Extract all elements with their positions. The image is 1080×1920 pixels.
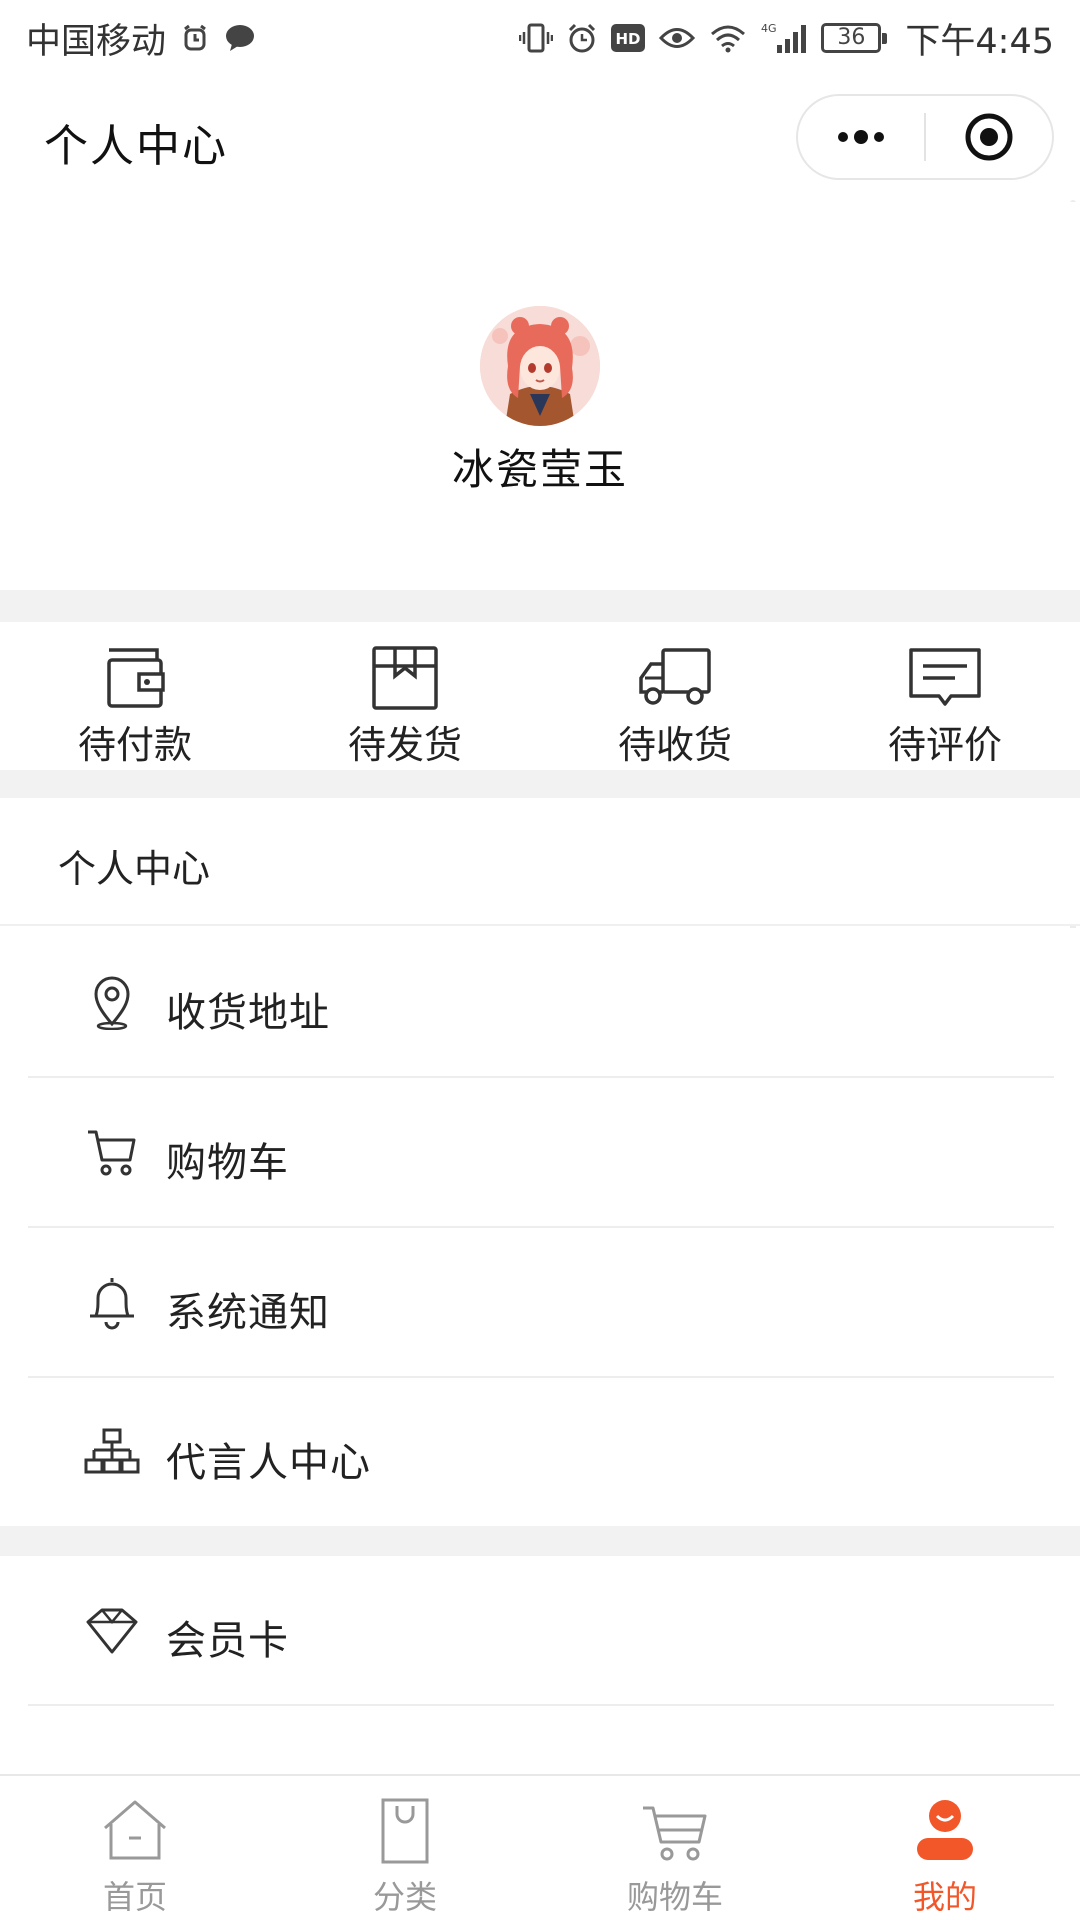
close-mini-program-button[interactable] xyxy=(926,96,1052,178)
vibrate-icon xyxy=(519,22,554,54)
tab-label: 购物车 xyxy=(626,1878,723,1916)
cart-icon xyxy=(643,1806,707,1861)
home-icon xyxy=(104,1800,166,1860)
order-pending-review-label: 待评价 xyxy=(887,723,1002,767)
more-button[interactable] xyxy=(798,96,924,178)
tab-label: 首页 xyxy=(102,1878,167,1916)
order-pending-receipt-label: 待收货 xyxy=(617,723,732,767)
page-title: 个人中心 xyxy=(44,121,228,172)
tab-label: 分类 xyxy=(372,1878,437,1916)
chat-bubble-icon xyxy=(224,23,256,53)
diamond-icon xyxy=(86,1608,138,1654)
battery-indicator: 36 xyxy=(821,23,888,53)
org-chart-icon xyxy=(84,1428,140,1474)
section-gap xyxy=(0,1526,1080,1556)
avatar-illustration xyxy=(480,306,600,426)
title-bar: 个人中心 xyxy=(0,76,1080,202)
tab-home[interactable]: 首页 xyxy=(0,1776,270,1920)
order-status-row: 待付款 待发货 待收货 待评价 xyxy=(0,622,1080,770)
clock-time: 下午4:45 xyxy=(905,21,1054,62)
avatar[interactable] xyxy=(480,306,600,426)
tab-category[interactable]: 分类 xyxy=(270,1776,540,1920)
svg-text:HD: HD xyxy=(616,30,641,48)
comment-icon xyxy=(909,648,981,706)
order-pending-review[interactable]: 待评价 xyxy=(810,622,1080,770)
bottom-tab-bar: 首页 分类 购物车 我的 xyxy=(0,1774,1080,1920)
order-pending-receipt[interactable]: 待收货 xyxy=(540,622,810,770)
eye-icon xyxy=(659,23,696,53)
menu-item-label: 会员卡 xyxy=(166,1618,289,1664)
menu-item-label: 收货地址 xyxy=(166,990,330,1036)
divider xyxy=(28,1704,1054,1706)
menu-item-label: 系统通知 xyxy=(166,1290,330,1336)
wifi-icon xyxy=(709,22,747,54)
wallet-icon xyxy=(107,648,165,708)
carrier-label: 中国移动 xyxy=(26,21,167,62)
section-gap xyxy=(0,590,1080,622)
order-pending-payment-label: 待付款 xyxy=(77,723,192,767)
username: 冰瓷莹玉 xyxy=(451,445,628,494)
target-close-icon xyxy=(965,113,1013,161)
signal-4g-icon: 4G xyxy=(761,21,807,55)
order-pending-shipment[interactable]: 待发货 xyxy=(270,622,540,770)
alarm-clock-icon xyxy=(567,22,597,54)
order-pending-payment[interactable]: 待付款 xyxy=(0,622,270,770)
section-title-label: 个人中心 xyxy=(58,847,211,891)
section-gap xyxy=(0,770,1080,798)
package-icon xyxy=(372,646,438,710)
bag-icon xyxy=(381,1798,429,1864)
order-pending-shipment-label: 待发货 xyxy=(347,723,462,767)
mini-program-capsule xyxy=(796,94,1054,180)
cart-icon xyxy=(88,1130,136,1176)
alarm-app-icon xyxy=(180,23,210,53)
section-header: 个人中心 xyxy=(0,798,1080,926)
tab-me[interactable]: 我的 xyxy=(810,1776,1080,1920)
truck-icon xyxy=(639,648,711,705)
tab-label: 我的 xyxy=(912,1878,977,1916)
svg-text:4G: 4G xyxy=(761,22,777,35)
menu-item-label: 代言人中心 xyxy=(166,1440,371,1486)
user-icon xyxy=(917,1800,973,1860)
profile-header: 冰瓷莹玉 xyxy=(0,202,1080,590)
tab-cart[interactable]: 购物车 xyxy=(540,1776,810,1920)
location-pin-icon xyxy=(94,976,130,1030)
page: 中国移动 HD 4G 36 下午4:45 个人中心 冰瓷莹玉 待付款 待发货 待… xyxy=(0,0,1080,1920)
menu-item-notifications[interactable]: 系统通知 xyxy=(0,1228,1080,1378)
status-bar: 中国移动 HD 4G 36 下午4:45 xyxy=(0,0,1080,76)
hd-icon: HD xyxy=(611,24,646,52)
menu-item-cart[interactable]: 购物车 xyxy=(0,1078,1080,1228)
bell-icon xyxy=(90,1278,134,1330)
menu-item-label: 购物车 xyxy=(166,1140,289,1186)
menu-item-membership-card[interactable]: 会员卡 xyxy=(0,1556,1080,1706)
menu-item-shipping-address[interactable]: 收货地址 xyxy=(0,928,1080,1078)
menu-item-spokesperson[interactable]: 代言人中心 xyxy=(0,1378,1080,1528)
more-dots-icon xyxy=(838,130,884,144)
